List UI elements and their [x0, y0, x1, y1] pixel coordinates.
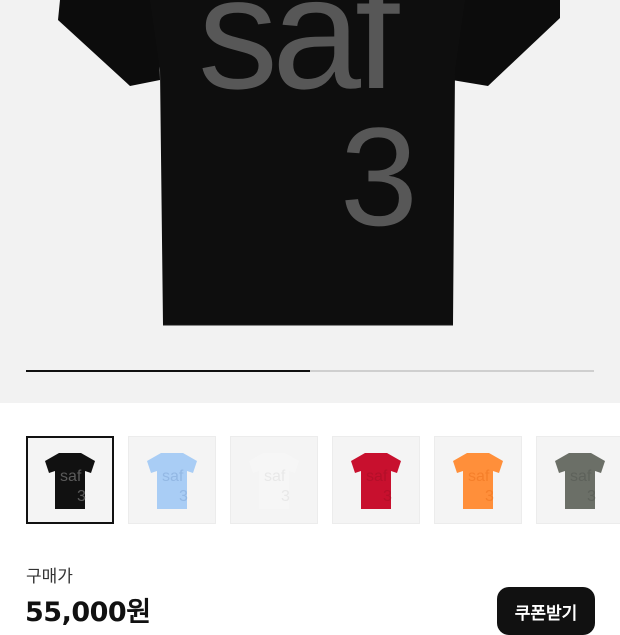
svg-text:saf: saf [60, 468, 82, 485]
color-variant-thumb[interactable]: saf 3 [332, 436, 420, 524]
svg-text:3: 3 [77, 488, 86, 505]
color-variant-thumb[interactable]: saf 3 [536, 436, 620, 524]
svg-text:saf: saf [264, 468, 286, 485]
gallery-progress-bar [26, 370, 594, 372]
gallery-progress-fill [26, 370, 310, 372]
svg-text:saf: saf [570, 468, 592, 485]
price-value: 55,000원 [25, 597, 151, 628]
tshirt-thumb-image: saf 3 [453, 453, 503, 509]
svg-text:3: 3 [485, 488, 494, 505]
svg-text:3: 3 [587, 488, 596, 505]
color-variant-thumbnails: saf 3 saf 3 saf 3 saf 3 saf 3 saf 3 [0, 403, 620, 543]
tshirt-thumb-image: saf 3 [555, 453, 605, 509]
product-image-gallery[interactable]: saf 3 [0, 0, 620, 403]
color-variant-thumb[interactable]: saf 3 [230, 436, 318, 524]
price-label: 구매가 [26, 567, 73, 587]
svg-text:3: 3 [383, 488, 392, 505]
color-variant-thumb[interactable]: saf 3 [434, 436, 522, 524]
tshirt-thumb-image: saf 3 [351, 453, 401, 509]
svg-text:3: 3 [281, 488, 290, 505]
svg-text:saf: saf [468, 468, 490, 485]
tshirt-thumb-image: saf 3 [147, 453, 197, 509]
print-number: 3 [340, 98, 418, 255]
svg-text:saf: saf [162, 468, 184, 485]
tshirt-main-image: saf 3 [58, 0, 560, 326]
svg-text:saf: saf [366, 468, 388, 485]
svg-text:3: 3 [179, 488, 188, 505]
tshirt-thumb-image: saf 3 [249, 453, 299, 509]
color-variant-thumb[interactable]: saf 3 [26, 436, 114, 524]
color-variant-thumb[interactable]: saf 3 [128, 436, 216, 524]
coupon-button[interactable]: 쿠폰받기 [497, 587, 595, 635]
tshirt-thumb-image: saf 3 [45, 453, 95, 509]
